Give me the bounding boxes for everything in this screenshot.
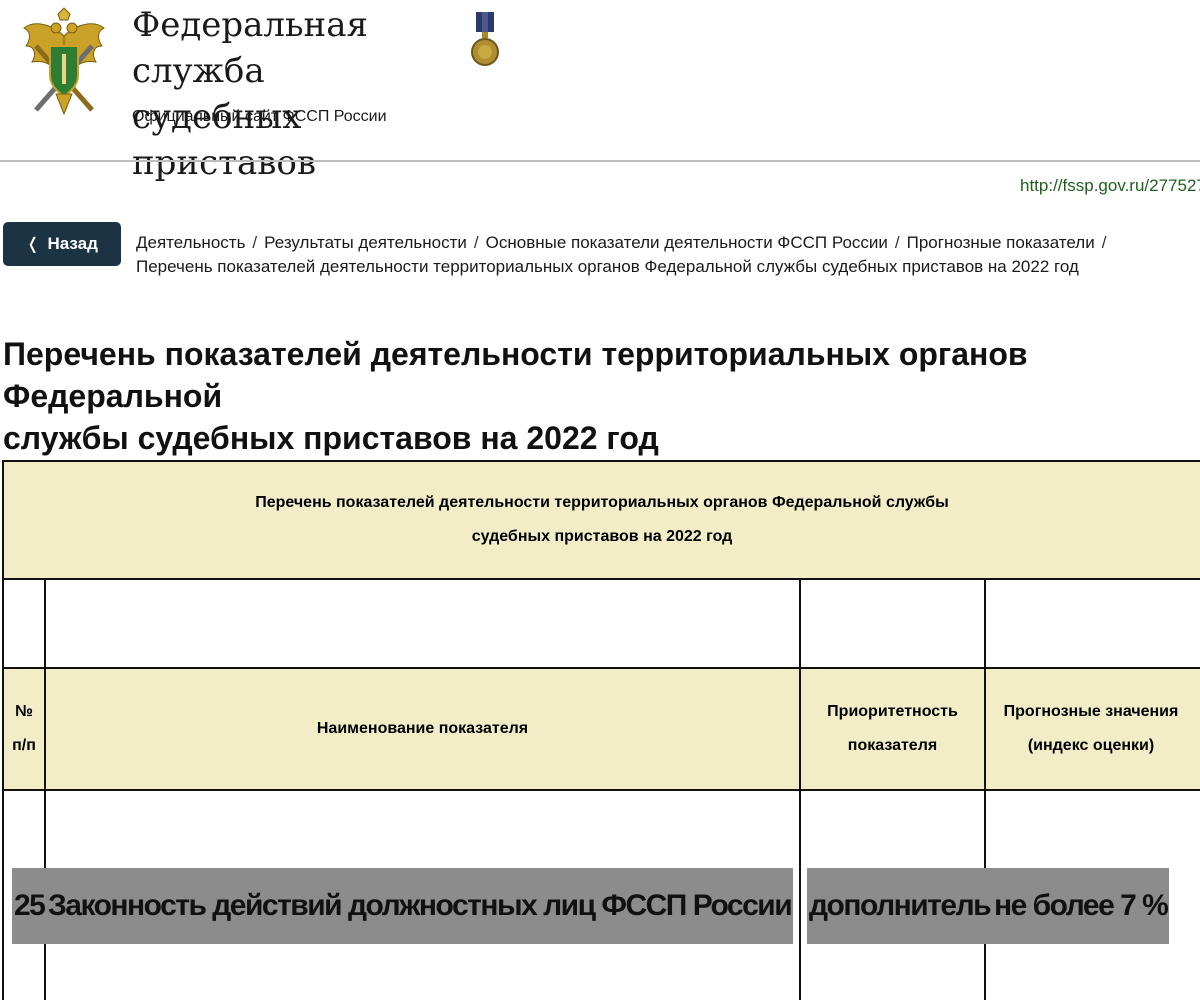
breadcrumb-item-activity[interactable]: Деятельность — [136, 233, 245, 252]
row-forecast: не более 7 % — [992, 868, 1170, 944]
site-header: Федеральная служба судебных приставов Оф… — [0, 0, 1200, 183]
column-header-forecast-line1: Прогнозные значения — [1003, 703, 1179, 720]
header-divider — [0, 160, 1200, 162]
page-title-line2: службы судебных приставов на 2022 год — [3, 420, 659, 456]
breadcrumb-separator: / — [1101, 233, 1107, 252]
breadcrumb-item-current: Перечень показателей деятельности террит… — [136, 257, 1079, 276]
table-empty-row — [2, 578, 1200, 669]
table-caption: Перечень показателей деятельности террит… — [2, 460, 1200, 580]
table-row: 25 Законность действий должностных лиц Ф… — [2, 789, 1200, 1000]
table-caption-line1: Перечень показателей деятельности террит… — [255, 494, 949, 511]
site-subtitle: Официальный сайт ФССП России — [132, 108, 387, 125]
row-num: 25 — [12, 868, 47, 944]
indicators-table: Перечень показателей деятельности террит… — [2, 460, 1200, 1000]
table-header-row: № п/п Наименование показателя Приоритетн… — [2, 667, 1200, 791]
fssp-emblem-icon[interactable] — [22, 6, 106, 124]
breadcrumb-item-forecast[interactable]: Прогнозные показатели — [907, 233, 1095, 252]
table-cell — [984, 578, 1200, 669]
medal-icon — [471, 12, 499, 66]
column-header-num-line2: п/п — [12, 737, 36, 754]
row-name-cell: Законность действий должностных лиц ФССП… — [44, 789, 801, 1000]
back-button-label: Назад — [47, 234, 98, 253]
column-header-priority: Приоритетность показателя — [799, 667, 986, 791]
column-header-forecast-line2: (индекс оценки) — [1027, 737, 1155, 754]
breadcrumb: Деятельность / Результаты деятельности / Осн… — [136, 231, 1176, 279]
table-cell — [44, 578, 801, 669]
site-title-line1: Федеральная служба — [132, 5, 368, 91]
column-header-num: № п/п — [2, 667, 46, 791]
page-url: http://fssp.gov.ru/2775270 — [1020, 176, 1200, 195]
breadcrumb-item-results[interactable]: Результаты деятельности — [264, 233, 467, 252]
back-button[interactable]: ❬ Назад — [3, 222, 121, 266]
site-title[interactable]: Федеральная служба судебных приставов — [132, 2, 472, 186]
chevron-left-icon: ❬ — [26, 236, 40, 253]
column-header-priority-line1: Приоритетность — [827, 703, 958, 720]
row-priority-cell: дополнительный — [799, 789, 1050, 1000]
table-cell — [2, 578, 46, 669]
row-num-cell: 25 — [2, 789, 47, 1000]
column-header-name: Наименование показателя — [44, 667, 801, 791]
table-caption-text: Перечень показателей деятельности террит… — [4, 486, 1200, 554]
breadcrumb-separator: / — [894, 233, 900, 252]
column-header-num-line1: № — [15, 703, 33, 720]
breadcrumb-separator: / — [473, 233, 479, 252]
breadcrumb-item-main-indicators[interactable]: Основные показатели деятельности ФССП Ро… — [486, 233, 888, 252]
table-caption-row: Перечень показателей деятельности террит… — [2, 460, 1200, 580]
row-forecast-cell: не более 7 % — [984, 789, 1200, 1000]
page-title-line1: Перечень показателей деятельности террит… — [3, 336, 1028, 414]
breadcrumb-separator: / — [252, 233, 258, 252]
column-header-forecast: Прогнозные значения (индекс оценки) — [984, 667, 1200, 791]
page-title: Перечень показателей деятельности террит… — [3, 333, 1153, 459]
page: Федеральная служба судебных приставов Оф… — [0, 0, 1200, 1000]
table-cell — [799, 578, 986, 669]
row-name: Законность действий должностных лиц ФССП… — [46, 868, 794, 944]
column-header-priority-line2: показателя — [847, 737, 938, 754]
column-header-forecast-text: Прогнозные значения (индекс оценки) — [986, 695, 1196, 763]
indicators-table-container: Перечень показателей деятельности террит… — [2, 460, 1200, 1000]
table-caption-line2: судебных приставов на 2022 год — [471, 528, 733, 545]
